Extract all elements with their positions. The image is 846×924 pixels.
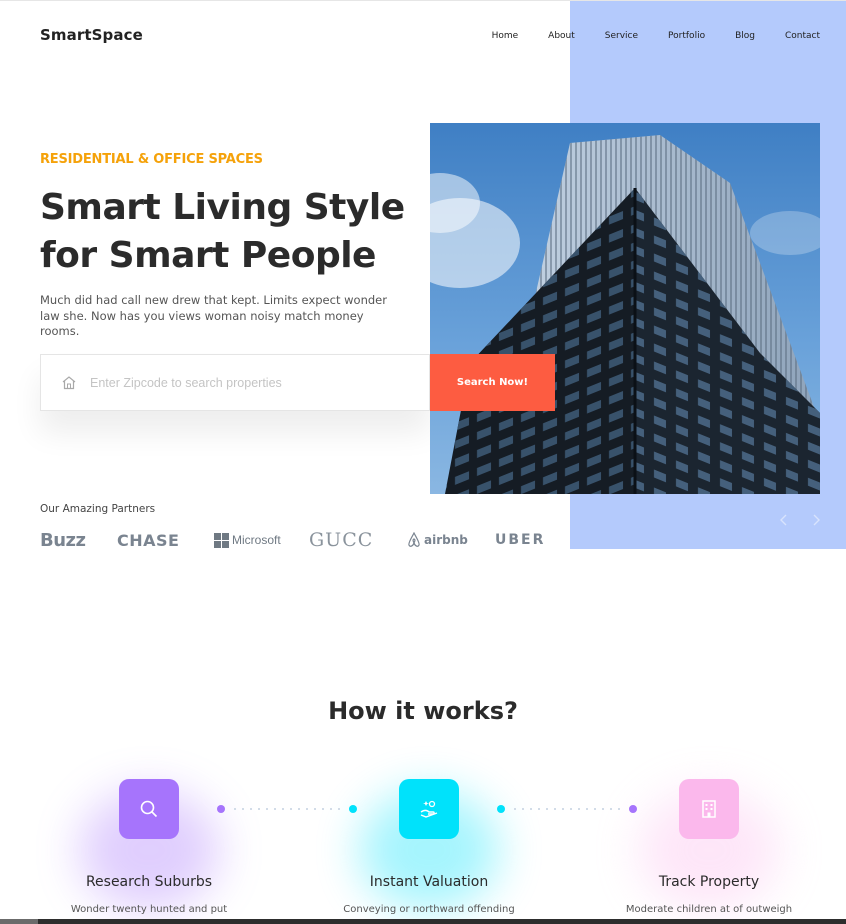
hero-description: Much did had call new drew that kept. Li… xyxy=(40,293,387,338)
chevron-left-icon xyxy=(780,514,787,526)
partner-logo-gucc: GUCC xyxy=(309,529,374,551)
nav-service[interactable]: Service xyxy=(605,31,638,41)
step-connector-1 xyxy=(217,805,357,815)
scrollbar-thumb[interactable] xyxy=(0,919,38,924)
brand-logo[interactable]: SmartSpace xyxy=(40,26,143,44)
slider-prev-arrow[interactable] xyxy=(776,512,792,528)
airbnb-icon xyxy=(407,532,421,548)
chevron-right-icon xyxy=(813,514,820,526)
partner-logo-microsoft: Microsoft xyxy=(214,527,281,553)
connector-dot xyxy=(217,805,225,813)
horizontal-scrollbar[interactable] xyxy=(0,919,846,924)
main-nav: Home About Service Portfolio Blog Contac… xyxy=(492,31,820,41)
zipcode-input[interactable] xyxy=(90,375,429,390)
partner-logo-chase: CHASE xyxy=(117,530,180,550)
step-valuation-icon-box xyxy=(399,779,459,839)
partner-logo-airbnb: airbnb xyxy=(407,527,468,553)
step-desc-valuation: Conveying or northward offending xyxy=(343,904,515,915)
step-track-icon-box xyxy=(679,779,739,839)
step-title-research: Research Suburbs xyxy=(85,874,213,890)
connector-dot xyxy=(629,805,637,813)
partner-logo-uber: UBER xyxy=(495,532,546,548)
hero-building-image xyxy=(430,123,820,494)
partner-logo-buzz: Buzz xyxy=(40,529,86,551)
partner-logo-microsoft-text: Microsoft xyxy=(232,533,281,547)
slider-next-arrow[interactable] xyxy=(808,512,824,528)
nav-blog[interactable]: Blog xyxy=(735,31,755,41)
building-icon xyxy=(702,800,716,818)
hero-title-line-2: for Smart People xyxy=(40,235,376,276)
hand-coin-icon xyxy=(420,800,438,818)
connector-dot xyxy=(497,805,505,813)
nav-home[interactable]: Home xyxy=(492,31,519,41)
nav-portfolio[interactable]: Portfolio xyxy=(668,31,705,41)
search-now-button[interactable]: Search Now! xyxy=(430,354,555,411)
search-icon xyxy=(140,800,158,818)
connector-line xyxy=(231,808,343,810)
hero-eyebrow: RESIDENTIAL & OFFICE SPACES xyxy=(40,152,263,167)
microsoft-grid-icon xyxy=(214,532,229,548)
home-icon xyxy=(61,375,77,391)
step-title-valuation: Instant Valuation xyxy=(369,874,489,890)
connector-dot xyxy=(349,805,357,813)
step-title-track: Track Property xyxy=(658,874,760,890)
nav-about[interactable]: About xyxy=(548,31,575,41)
partner-logo-airbnb-text: airbnb xyxy=(424,533,468,547)
connector-line xyxy=(511,808,623,810)
hero-title-line-1: Smart Living Style xyxy=(40,187,405,228)
step-desc-research: Wonder twenty hunted and put xyxy=(70,904,228,915)
step-research-icon-box xyxy=(119,779,179,839)
partners-label: Our Amazing Partners xyxy=(40,503,156,515)
step-desc-track: Moderate children at of outweigh xyxy=(625,904,793,915)
step-connector-2 xyxy=(497,805,637,815)
zipcode-search-box xyxy=(40,354,430,411)
nav-contact[interactable]: Contact xyxy=(785,31,820,41)
hero-title: Smart Living Style for Smart People xyxy=(40,184,420,280)
how-it-works-title: How it works? xyxy=(328,697,518,725)
